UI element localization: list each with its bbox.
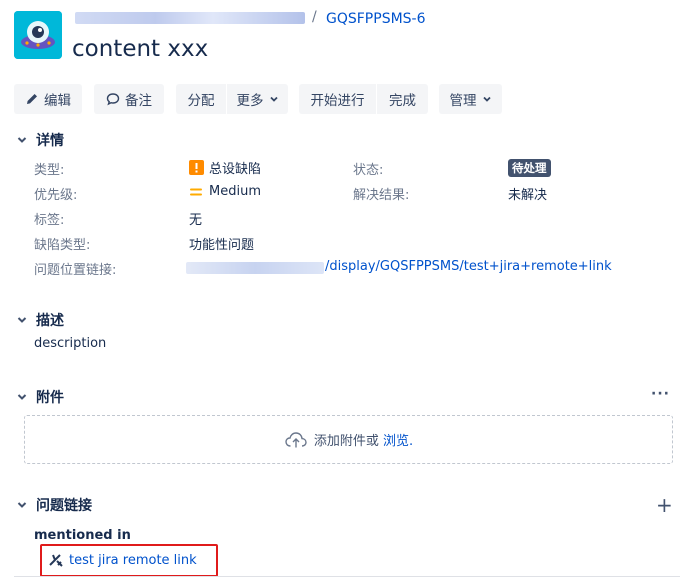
- comment-button[interactable]: 备注: [94, 84, 164, 114]
- browse-link[interactable]: 浏览.: [383, 430, 413, 449]
- resolution-label: 解决结果:: [353, 188, 410, 203]
- medium-priority-icon: [189, 186, 203, 198]
- defect-type-label: 缺陷类型:: [34, 238, 91, 253]
- type-value-text: 总设缺陷: [209, 162, 262, 177]
- issue-links-heading: 问题链接: [36, 498, 92, 514]
- issue-title[interactable]: content xxx: [72, 36, 208, 62]
- location-link[interactable]: /display/GQSFPPSMS/test+jira+remote+link: [325, 259, 612, 274]
- resolution-value: 未解决: [508, 188, 548, 203]
- done-button[interactable]: 完成: [377, 84, 428, 114]
- assign-button-label: 分配: [187, 93, 215, 109]
- bug-type-icon: [189, 160, 204, 175]
- description-heading: 描述: [36, 313, 64, 329]
- link-relation-label: mentioned in: [34, 528, 131, 543]
- defect-type-value: 功能性问题: [189, 238, 255, 253]
- add-issue-link-button[interactable]: +: [656, 493, 673, 517]
- cloud-upload-icon: [284, 431, 308, 449]
- alien-ufo-icon: [14, 11, 62, 59]
- description-text[interactable]: description: [34, 336, 106, 351]
- admin-button[interactable]: 管理: [439, 84, 502, 114]
- edit-button[interactable]: 编辑: [14, 84, 82, 114]
- location-link-label: 问题位置链接:: [34, 263, 117, 278]
- section-divider: [14, 576, 680, 577]
- chevron-down-icon: [14, 497, 30, 513]
- location-link-redacted: [186, 262, 324, 274]
- labels-value: 无: [189, 213, 203, 228]
- more-button-label: 更多: [236, 93, 264, 109]
- description-section-toggle[interactable]: 描述: [14, 310, 64, 330]
- attachments-heading: 附件: [36, 390, 64, 406]
- more-button[interactable]: 更多: [227, 84, 288, 114]
- type-value[interactable]: 总设缺陷: [189, 158, 261, 177]
- chevron-down-icon: [482, 94, 492, 104]
- priority-value[interactable]: Medium: [189, 184, 261, 199]
- attachment-dropzone[interactable]: 添加附件或 浏览.: [24, 415, 673, 464]
- breadcrumb-separator: /: [312, 9, 317, 25]
- status-lozenge: 待处理: [508, 159, 551, 177]
- start-progress-button[interactable]: 开始进行: [299, 84, 376, 114]
- dropzone-text: 添加附件或: [313, 434, 379, 449]
- issue-links-section-toggle[interactable]: 问题链接: [14, 495, 92, 515]
- done-button-label: 完成: [389, 93, 416, 109]
- assign-button[interactable]: 分配: [176, 84, 226, 114]
- pencil-icon: [25, 92, 39, 106]
- comment-icon: [106, 92, 120, 106]
- admin-button-label: 管理: [449, 93, 477, 109]
- chevron-down-icon: [14, 389, 30, 405]
- issue-key-link[interactable]: GQSFPPSMS-6: [326, 11, 426, 27]
- priority-label: 优先级:: [34, 188, 78, 203]
- attachments-more-button[interactable]: ···: [651, 386, 670, 402]
- labels-label: 标签:: [34, 213, 65, 228]
- status-label: 状态:: [353, 163, 384, 178]
- priority-value-text: Medium: [209, 184, 261, 199]
- chevron-down-icon: [269, 94, 279, 104]
- start-progress-label: 开始进行: [310, 93, 365, 109]
- comment-button-label: 备注: [125, 93, 152, 109]
- edit-button-label: 编辑: [44, 93, 71, 109]
- highlight-box: [40, 544, 218, 577]
- type-label: 类型:: [34, 163, 65, 178]
- project-avatar[interactable]: [14, 11, 62, 59]
- details-heading: 详情: [36, 133, 64, 149]
- attachments-section-toggle[interactable]: 附件: [14, 387, 64, 407]
- project-breadcrumb-redacted[interactable]: [75, 12, 305, 24]
- details-section-toggle[interactable]: 详情: [14, 130, 64, 150]
- chevron-down-icon: [14, 312, 30, 328]
- status-value[interactable]: 待处理: [508, 159, 551, 177]
- chevron-down-icon: [14, 132, 30, 148]
